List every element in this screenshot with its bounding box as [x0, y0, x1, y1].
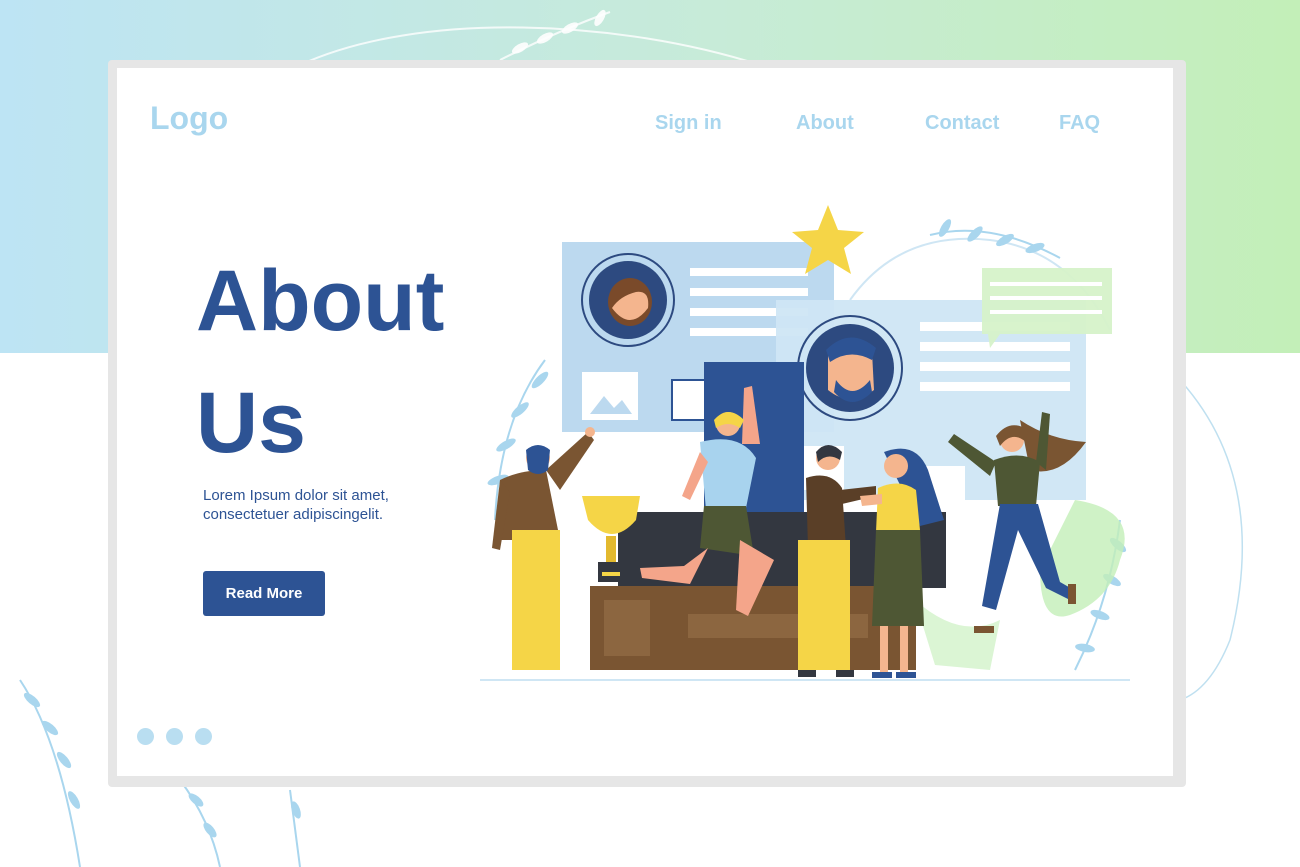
person-pointing: [492, 427, 595, 678]
nav-sign-in[interactable]: Sign in: [655, 112, 722, 135]
nav-contact[interactable]: Contact: [925, 112, 999, 135]
team-illustration: [480, 205, 1130, 681]
pagination-dot-2[interactable]: [166, 728, 183, 745]
read-more-button[interactable]: Read More: [203, 571, 325, 616]
title-line-1: About: [196, 253, 445, 349]
title-line-2: Us: [196, 375, 306, 471]
nav-faq[interactable]: FAQ: [1059, 112, 1100, 135]
description-line-1: Lorem Ipsum dolor sit amet,: [203, 487, 389, 504]
pagination-dot-3[interactable]: [195, 728, 212, 745]
hero-description: Lorem Ipsum dolor sit amet, consectetuer…: [203, 486, 453, 524]
pagination-dot-1[interactable]: [137, 728, 154, 745]
nav-about[interactable]: About: [796, 112, 854, 135]
description-line-2: consectetuer adipiscingelit.: [203, 506, 384, 523]
top-nav: Sign in About Contact FAQ: [0, 112, 1300, 142]
